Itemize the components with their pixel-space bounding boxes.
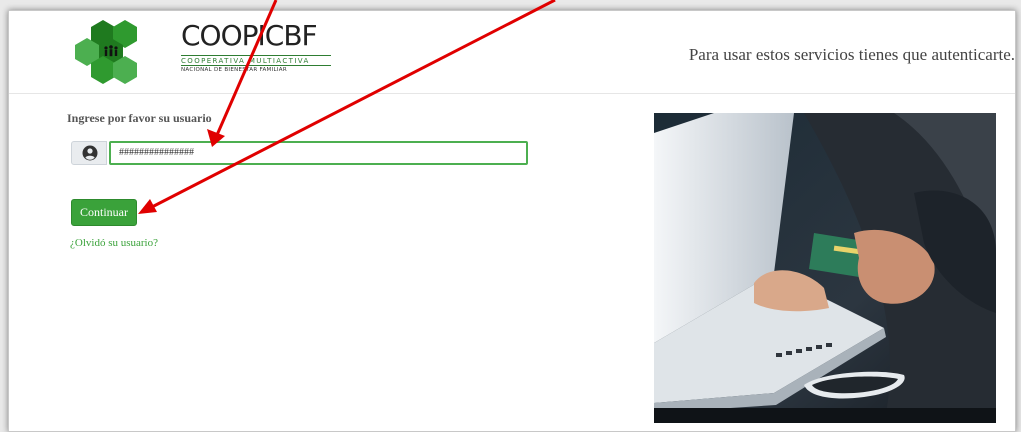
forgot-username-link[interactable]: ¿Olvidó su usuario? bbox=[70, 237, 158, 249]
coopicbf-logo: COOPICBF COOPERATIVA MULTIACTIVA NACIONA… bbox=[69, 17, 331, 87]
username-input[interactable]: ############### bbox=[109, 141, 528, 165]
browser-frame: COOPICBF COOPERATIVA MULTIACTIVA NACIONA… bbox=[8, 10, 1016, 432]
stock-photo bbox=[654, 113, 996, 423]
logo-divider bbox=[181, 55, 331, 56]
continue-button[interactable]: Continuar bbox=[71, 199, 137, 226]
logo-title: COOPICBF bbox=[181, 19, 318, 52]
user-circle-icon bbox=[82, 145, 98, 161]
hexagon-cluster-icon bbox=[75, 20, 137, 84]
logo-divider bbox=[181, 65, 331, 66]
username-label: Ingrese por favor su usuario bbox=[67, 111, 212, 125]
logo-subtitle-1: COOPERATIVA MULTIACTIVA bbox=[181, 57, 310, 65]
page-header: COOPICBF COOPERATIVA MULTIACTIVA NACIONA… bbox=[9, 11, 1015, 94]
user-addon bbox=[71, 141, 107, 165]
auth-message: Para usar estos servicios tienes que aut… bbox=[688, 45, 1015, 64]
logo-subtitle-2: NACIONAL DE BIENESTAR FAMILIAR bbox=[181, 67, 287, 73]
